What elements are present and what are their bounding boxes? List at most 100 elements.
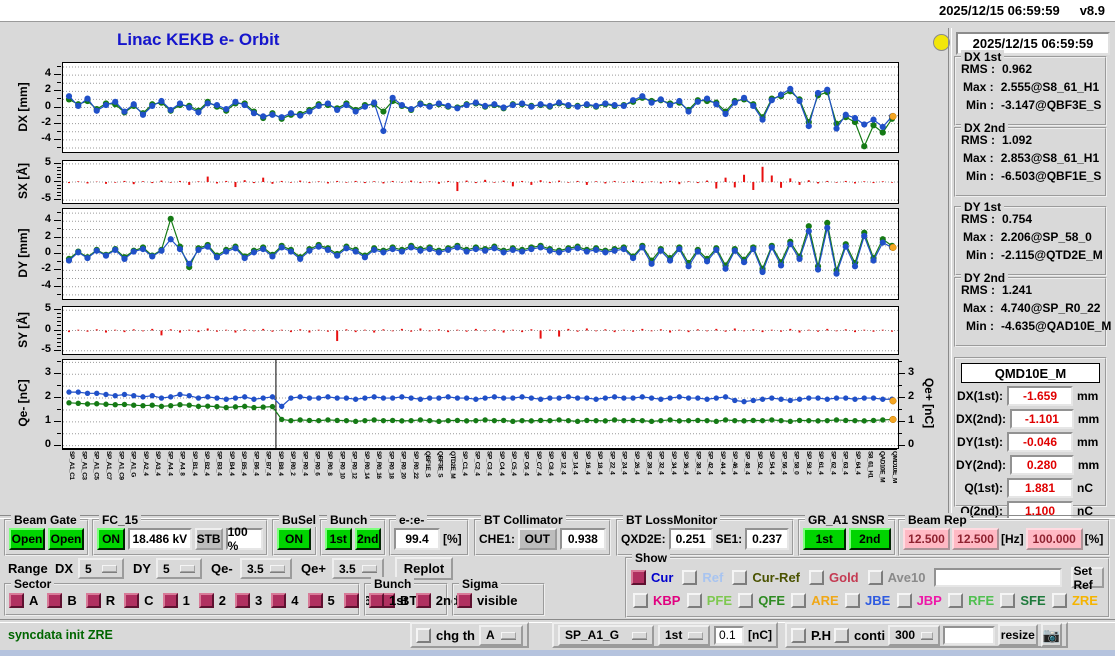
show-checkbox-zre[interactable]: ZRE — [1051, 593, 1098, 608]
checkbox-indicator[interactable] — [732, 570, 748, 585]
checkbox-indicator[interactable] — [631, 570, 646, 585]
range-qem-dropdown[interactable]: 3.5 — [240, 558, 292, 579]
qe-right-axis-label-wrap: Qe+ [nC] — [920, 359, 938, 447]
conti-checkbox[interactable]: conti — [834, 627, 885, 643]
dy-axis-label: DY [mm] — [16, 228, 30, 278]
checkbox-indicator[interactable] — [415, 593, 431, 608]
checkbox-indicator[interactable] — [343, 593, 359, 608]
blank-input[interactable] — [943, 625, 996, 645]
show-checkbox-gold[interactable]: Gold — [809, 570, 859, 585]
dy-orbit-plot[interactable] — [62, 208, 899, 300]
sector-checkbox-c[interactable]: C — [124, 593, 154, 608]
checkbox-indicator[interactable] — [457, 593, 472, 608]
fc15-stb-button[interactable]: STB — [194, 527, 223, 550]
beam-gate-open-button-1[interactable]: Open — [9, 527, 45, 550]
bunch-1st-button[interactable]: 1st — [325, 527, 352, 550]
sector-checkbox-2[interactable]: 2 — [198, 593, 226, 608]
bpm-label: SP_A4_8 — [178, 451, 186, 476]
sector-checkbox-3[interactable]: 3 — [235, 593, 262, 608]
sector-checkbox-5[interactable]: 5 — [307, 593, 335, 608]
checkbox-indicator[interactable] — [162, 593, 178, 608]
bunch-checkbox-1st[interactable]: 1st — [369, 593, 408, 608]
sector-checkbox-b[interactable]: B — [47, 593, 77, 608]
checkbox-indicator[interactable] — [738, 593, 754, 608]
show-checkbox-ref[interactable]: Ref — [682, 570, 723, 585]
checkbox-indicator[interactable] — [682, 570, 698, 585]
show-checkbox-cur-ref[interactable]: Cur-Ref — [732, 570, 800, 585]
bpm-label: SP_52_4 — [755, 451, 763, 475]
bunch-select-title: Bunch — [327, 513, 371, 527]
sy-sigma-plot[interactable] — [62, 306, 899, 355]
checkbox-indicator[interactable] — [271, 593, 287, 608]
range-qep-dropdown[interactable]: 3.5 — [332, 558, 384, 579]
charge-plot[interactable] — [62, 359, 899, 449]
checkbox-indicator[interactable] — [633, 593, 648, 608]
checkbox-indicator[interactable] — [834, 627, 849, 643]
show-checkbox-kbp[interactable]: KBP — [633, 593, 680, 608]
checkbox-label: Cur-Ref — [752, 570, 801, 585]
bpm-label: SP_B1_4 — [190, 451, 198, 476]
sector-checkbox-1[interactable]: 1 — [162, 593, 190, 608]
checkbox-indicator[interactable] — [124, 593, 140, 608]
threshold-input[interactable] — [714, 625, 744, 645]
show-checkbox-qfe[interactable]: QFE — [738, 593, 785, 608]
checkbox-indicator[interactable] — [235, 593, 251, 608]
show-checkbox-are[interactable]: ARE — [791, 593, 839, 608]
gr-snsr-2nd-button[interactable]: 2nd — [848, 527, 891, 550]
show-checkbox-jbp[interactable]: JBP — [896, 593, 942, 608]
dropdown-handle-icon — [362, 565, 377, 572]
dx-orbit-plot[interactable] — [62, 62, 899, 153]
checkbox-indicator[interactable] — [845, 593, 860, 608]
sigma-checkbox-visible[interactable]: visible — [457, 593, 517, 608]
beam-gate-open-button-2[interactable]: Open — [48, 527, 84, 550]
bpm-label: SP_42_4 — [706, 451, 714, 475]
sector-checkbox-r[interactable]: R — [85, 593, 115, 608]
checkbox-indicator[interactable] — [809, 570, 825, 585]
sector-checkbox-4[interactable]: 4 — [271, 593, 299, 608]
qxd2e-label: QXD2E: — [621, 531, 666, 546]
camera-button[interactable]: 📷 — [1040, 623, 1062, 647]
show-checkbox-ave10[interactable]: Ave10 — [867, 570, 925, 585]
checkbox-indicator[interactable] — [85, 593, 101, 608]
sector-checkbox-a[interactable]: A — [9, 593, 38, 608]
checkbox-indicator[interactable] — [791, 593, 807, 608]
beam-rep-hz-unit: [Hz] — [1001, 531, 1024, 546]
checkbox-indicator[interactable] — [867, 570, 883, 585]
show-checkbox-jbe[interactable]: JBE — [845, 593, 890, 608]
bpm-label: SP_16_4 — [583, 451, 591, 475]
checkbox-indicator[interactable] — [9, 593, 24, 608]
ph-checkbox[interactable]: P.H — [791, 627, 831, 643]
checkbox-indicator[interactable] — [686, 593, 702, 608]
set-ref-button[interactable]: Set Ref — [1071, 564, 1104, 592]
sp-select-dropdown[interactable]: SP_A1_G — [558, 624, 654, 646]
ref-file-input[interactable] — [934, 568, 1063, 587]
sx-sigma-plot[interactable] — [62, 160, 899, 204]
show-checkbox-cur[interactable]: Cur — [631, 570, 673, 585]
chg-th-checkbox[interactable]: chg th — [416, 627, 475, 643]
checkbox-indicator[interactable] — [47, 593, 63, 608]
che1-out-button[interactable]: OUT — [518, 527, 557, 550]
bunch-2nd-button[interactable]: 2nd — [354, 527, 381, 550]
show-checkbox-pfe[interactable]: PFE — [686, 593, 732, 608]
checkbox-indicator[interactable] — [307, 593, 323, 608]
points-dropdown[interactable]: 300 — [888, 624, 941, 646]
gr-snsr-1st-button[interactable]: 1st — [803, 527, 846, 550]
chg-th-dropdown[interactable]: A — [479, 624, 523, 646]
busel-on-button[interactable]: ON — [277, 527, 311, 550]
checkbox-indicator[interactable] — [416, 627, 431, 643]
fc15-on-button[interactable]: ON — [97, 527, 126, 550]
range-dx-dropdown[interactable]: 5 — [78, 558, 124, 579]
bpm-label: SP_B8_4 — [276, 451, 284, 476]
checkbox-indicator[interactable] — [896, 593, 912, 608]
range-dy-dropdown[interactable]: 5 — [156, 558, 202, 579]
checkbox-indicator[interactable] — [198, 593, 214, 608]
checkbox-indicator[interactable] — [1051, 593, 1067, 608]
checkbox-indicator[interactable] — [948, 593, 964, 608]
resize-button[interactable]: resize — [998, 624, 1038, 646]
bunch-select-dropdown[interactable]: 1st — [658, 624, 710, 646]
show-checkbox-rfe[interactable]: RFE — [948, 593, 994, 608]
checkbox-indicator[interactable] — [791, 627, 806, 643]
show-checkbox-sfe[interactable]: SFE — [1000, 593, 1046, 608]
checkbox-indicator[interactable] — [369, 593, 384, 608]
checkbox-indicator[interactable] — [1000, 593, 1016, 608]
